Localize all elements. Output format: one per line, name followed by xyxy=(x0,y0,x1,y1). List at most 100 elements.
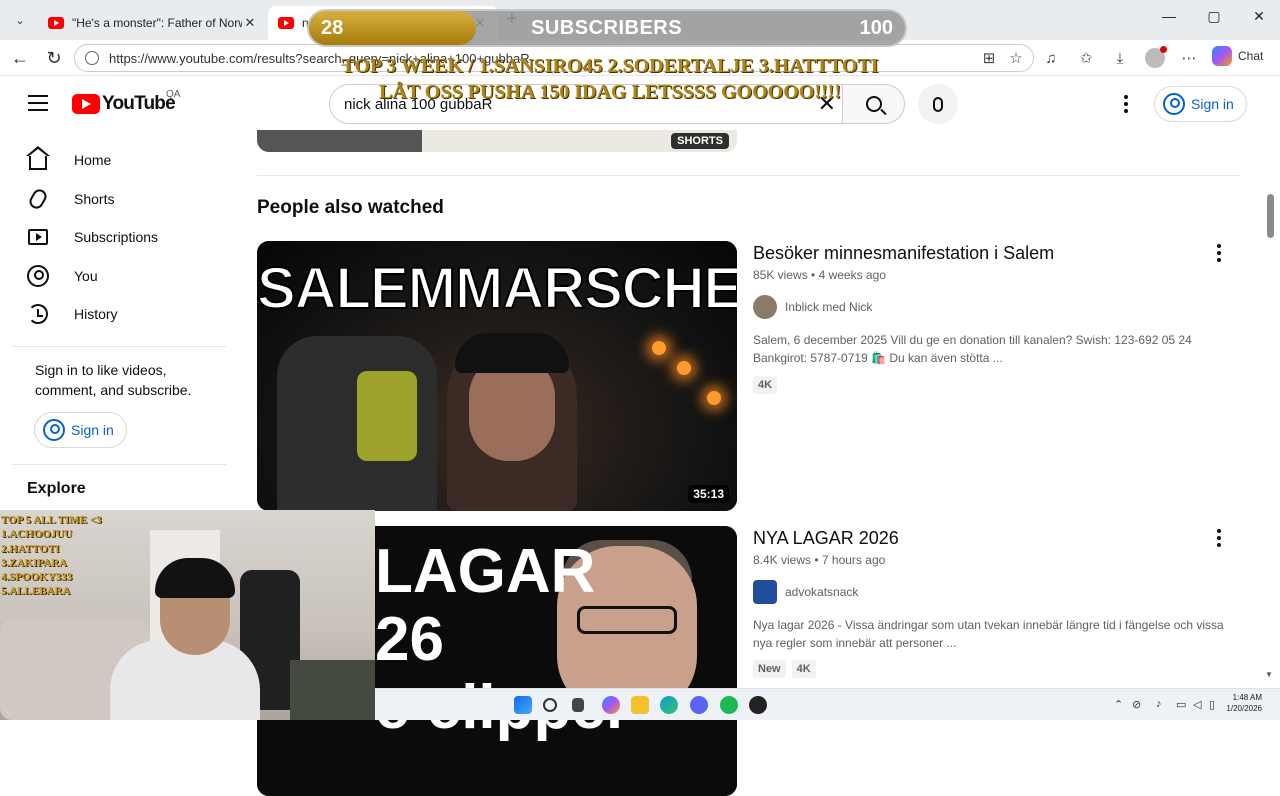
obs-icon[interactable] xyxy=(749,696,767,714)
channel-avatar xyxy=(753,295,777,319)
channel-name: advokatsnack xyxy=(785,585,859,599)
subscriptions-icon xyxy=(26,225,50,249)
edge-icon[interactable] xyxy=(660,696,678,714)
section-title: People also watched xyxy=(257,197,444,218)
subscriber-goal-bar: 28 SUBSCRIBERS 100 xyxy=(307,9,907,47)
quality-badge: 4K xyxy=(791,660,816,678)
youtube-play-icon xyxy=(72,94,100,114)
quality-badge: 4K xyxy=(753,376,778,394)
video-badges: 4K xyxy=(753,376,778,394)
chat-label: Chat xyxy=(1238,49,1264,63)
sidebar-divider xyxy=(12,346,226,347)
settings-menu-icon[interactable] xyxy=(1114,92,1138,116)
sidebar-item-subscriptions[interactable]: Subscriptions xyxy=(12,219,222,255)
discord-icon[interactable] xyxy=(690,696,708,714)
sidebar-divider xyxy=(12,464,226,465)
video-badges: New 4K xyxy=(753,660,816,678)
minimize-icon[interactable]: — xyxy=(1154,8,1184,24)
maximize-icon[interactable]: ▢ xyxy=(1199,8,1229,25)
duration-badge: 35:13 xyxy=(688,485,729,503)
channel-link[interactable]: Inblick med Nick xyxy=(753,295,872,319)
video-description: Nya lagar 2026 - Vissa ändringar som uta… xyxy=(753,618,1224,650)
copilot-chat-button[interactable]: Chat xyxy=(1212,46,1263,66)
subscriber-count: 28 xyxy=(321,17,344,39)
voice-search-button[interactable] xyxy=(918,84,958,124)
overlay-top-week: TOP 3 WEEK / 1.SANSIRO45 2.SODERTALJE 3.… xyxy=(341,55,879,77)
microphone-icon xyxy=(933,96,943,112)
windows-taskbar: ⌃ ⊘ ♪ ▭ ◁ ▯ 1:48 AM 1/20/2026 xyxy=(375,688,1280,720)
home-icon xyxy=(26,146,50,172)
sidebar-sign-in-button[interactable]: Sign in xyxy=(34,412,127,448)
favorites-icon[interactable]: ✩ xyxy=(1075,47,1097,69)
sidebar-item-shorts[interactable]: Shorts xyxy=(12,181,222,217)
shorts-thumbnail[interactable]: SHORTS xyxy=(257,130,737,152)
apps-icon[interactable]: ⊞ xyxy=(978,47,1000,69)
tray-display-icon[interactable]: ▭ xyxy=(1176,698,1186,711)
overlay-push-message: LÅT OSS PUSHA 150 IDAG LETSSSS GOOOOO!!!… xyxy=(379,81,841,103)
video-title[interactable]: NYA LAGAR 2026 xyxy=(753,528,899,549)
sidebar-item-history[interactable]: History xyxy=(12,296,222,332)
sign-in-prompt: Sign in to like videos, comment, and sub… xyxy=(35,362,192,398)
profile-icon[interactable] xyxy=(1144,46,1167,69)
tray-network-icon[interactable]: ⊘ xyxy=(1132,698,1141,711)
youtube-logo[interactable]: YouTube xyxy=(72,93,176,115)
scrollbar-thumb[interactable] xyxy=(1267,194,1274,238)
tab-title: "He's a monster": Father of Norwa xyxy=(72,16,242,30)
explore-heading: Explore xyxy=(27,480,86,497)
favorite-star-icon[interactable]: ☆ xyxy=(1005,47,1027,69)
start-icon[interactable] xyxy=(514,696,532,714)
channel-link[interactable]: advokatsnack xyxy=(753,580,858,604)
close-icon[interactable]: ✕ xyxy=(242,15,258,31)
task-view-icon[interactable] xyxy=(572,698,584,712)
window-close-icon[interactable]: ✕ xyxy=(1244,8,1274,25)
youtube-favicon-icon xyxy=(48,17,64,29)
subscriber-goal: 100 xyxy=(859,17,893,39)
tab-actions-menu[interactable]: ⌄ xyxy=(8,8,32,32)
video-meta: 8.4K views • 7 hours ago xyxy=(753,553,886,567)
tray-mic-icon[interactable]: ♪ xyxy=(1156,698,1162,710)
shorts-icon xyxy=(26,186,50,212)
header-sign-in-button[interactable]: Sign in xyxy=(1154,86,1247,122)
history-icon xyxy=(26,302,50,326)
system-clock[interactable]: 1:48 AM 1/20/2026 xyxy=(1226,692,1262,714)
country-code: QA xyxy=(166,89,181,100)
sidebar-item-home[interactable]: Home xyxy=(12,142,222,178)
copilot-icon xyxy=(1212,46,1232,66)
more-options-icon[interactable]: ⋯ xyxy=(1178,47,1200,69)
sidebar: Home Shorts Subscriptions You History Si… xyxy=(0,132,240,510)
site-info-icon[interactable] xyxy=(85,51,99,65)
video-thumbnail[interactable]: SALEMMARSCHEN 35:13 xyxy=(257,241,737,511)
menu-icon[interactable] xyxy=(28,95,48,111)
sidebar-item-you[interactable]: You xyxy=(12,258,222,294)
video-result[interactable]: SALEMMARSCHEN 35:13 Besöker minnesmanife… xyxy=(257,241,1240,511)
copilot-taskbar-icon[interactable] xyxy=(602,696,620,714)
file-explorer-icon[interactable] xyxy=(631,696,649,714)
account-icon xyxy=(43,419,65,441)
top5-all-time-list: TOP 5 ALL TIME <3 1.ACHOOJUU 2.HATTOTI 3… xyxy=(1,514,102,598)
taskbar-search-icon[interactable] xyxy=(543,698,557,712)
tray-battery-icon[interactable]: ▯ xyxy=(1209,698,1215,711)
channel-avatar xyxy=(753,580,777,604)
shorts-badge: SHORTS xyxy=(671,133,729,149)
new-badge: New xyxy=(753,660,786,678)
section-divider xyxy=(257,175,1240,176)
youtube-favicon-icon xyxy=(278,17,294,29)
download-icon[interactable]: ⤓ xyxy=(1109,47,1131,69)
tray-chevron-icon[interactable]: ⌃ xyxy=(1114,698,1123,711)
video-meta: 85K views • 4 weeks ago xyxy=(753,268,886,282)
refresh-icon[interactable]: ↻ xyxy=(42,46,66,70)
spotify-icon[interactable] xyxy=(720,696,738,714)
scroll-down-arrow-icon[interactable]: ▼ xyxy=(1265,670,1273,679)
video-result[interactable]: LAGAR 26 e clipper NYA LAGAR 2026 8.4K v… xyxy=(257,526,1240,796)
back-arrow-icon[interactable]: ← xyxy=(8,46,32,70)
thumbnail-text: SALEMMARSCHEN xyxy=(257,255,737,322)
tab-norway-news[interactable]: "He's a monster": Father of Norwa ✕ xyxy=(38,6,268,40)
media-icon[interactable]: ♫ xyxy=(1040,47,1062,69)
video-action-menu-icon[interactable] xyxy=(1207,526,1231,550)
video-description: Salem, 6 december 2025 Vill du ge en don… xyxy=(753,333,1192,365)
you-icon xyxy=(26,264,50,288)
account-icon xyxy=(1163,93,1185,115)
video-action-menu-icon[interactable] xyxy=(1207,241,1231,265)
video-title[interactable]: Besöker minnesmanifestation i Salem xyxy=(753,243,1054,264)
tray-volume-icon[interactable]: ◁ xyxy=(1193,698,1201,711)
